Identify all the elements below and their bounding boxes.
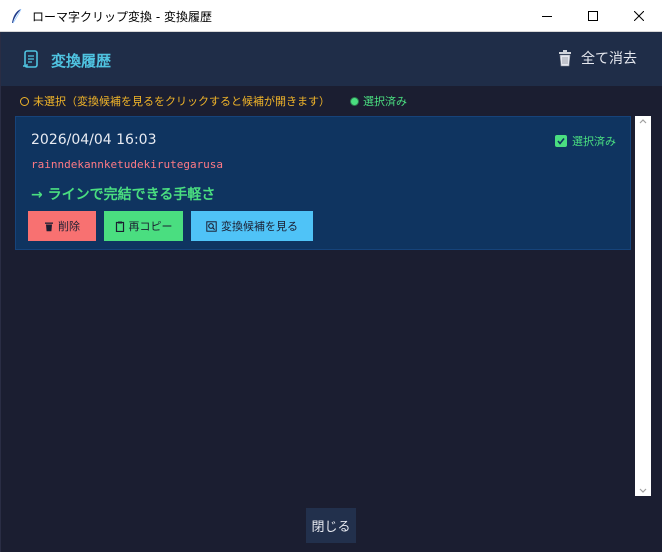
entry-result: → ラインで完結できる手軽さ (31, 187, 216, 203)
view-candidates-button[interactable]: 変換候補を見る (191, 211, 313, 241)
window-title: ローマ字クリップ変換 - 変換履歴 (32, 10, 212, 24)
view-candidates-label: 変換候補を見る (221, 220, 298, 233)
entry-timestamp: 2026/04/04 16:03 (31, 132, 157, 148)
page-title: 変換履歴 (51, 52, 112, 70)
clear-all-label: 全て消去 (581, 51, 637, 67)
legend: 未選択（変換候補を見るをクリックすると候補が開きます） 選択済み (1, 86, 662, 116)
entry-romaji: rainndekannketudekirutegarusa (31, 158, 224, 171)
unselected-dot-icon (20, 96, 29, 106)
legend-selected: 選択済み (350, 93, 407, 109)
scroll-down-icon (639, 488, 647, 493)
scroll-icon (23, 50, 38, 68)
legend-selected-label: 選択済み (363, 95, 407, 108)
scroll-up-icon (639, 119, 647, 124)
legend-unselected: 未選択（変換候補を見るをクリックすると候補が開きます） (20, 93, 330, 109)
maximize-icon (588, 10, 598, 21)
trash-icon (559, 50, 571, 67)
checkmark-icon (555, 135, 567, 147)
minimize-button[interactable] (524, 0, 570, 31)
recopy-button[interactable]: 再コピー (104, 211, 183, 241)
delete-label: 削除 (58, 220, 80, 233)
selected-badge-label: 選択済み (572, 135, 616, 148)
magnifier-icon (206, 220, 217, 232)
close-button[interactable]: 閉じる (306, 508, 356, 543)
window-titlebar: ローマ字クリップ変換 - 変換履歴 (0, 0, 662, 32)
scrollbar[interactable] (635, 116, 651, 496)
history-list: 2026/04/04 16:03 選択済み rainndekannketudek… (15, 116, 635, 496)
clipboard-icon (115, 221, 124, 232)
legend-unselected-label: 未選択（変換候補を見るをクリックすると候補が開きます） (33, 95, 330, 108)
selected-dot-icon (350, 96, 359, 106)
selected-badge: 選択済み (555, 133, 616, 149)
history-window: 変換履歴 全て消去 未選択（変換候補を見るをクリックすると候補が開きます） 選択… (0, 32, 662, 552)
minimize-icon (542, 15, 552, 17)
history-entry: 2026/04/04 16:03 選択済み rainndekannketudek… (15, 116, 631, 250)
trash-icon (45, 222, 53, 231)
recopy-label: 再コピー (128, 220, 173, 233)
delete-button[interactable]: 削除 (28, 211, 96, 241)
clear-all-button[interactable]: 全て消去 (557, 48, 637, 68)
maximize-button[interactable] (570, 0, 616, 31)
close-icon (634, 10, 644, 21)
close-window-button[interactable] (616, 0, 662, 31)
header-bar: 変換履歴 全て消去 (1, 32, 662, 86)
scrollbar-thumb[interactable] (639, 126, 647, 482)
feather-icon (12, 8, 22, 24)
